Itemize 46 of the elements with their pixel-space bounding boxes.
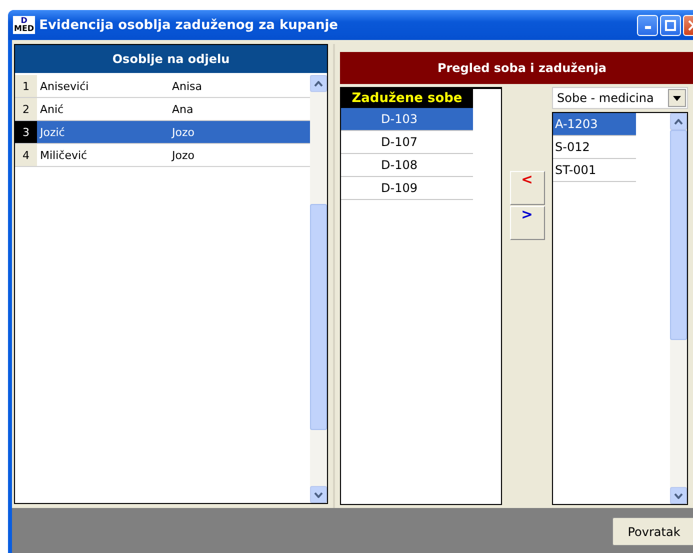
maximize-icon (665, 20, 676, 30)
panel-header: Osoblje na odjelu (15, 45, 327, 75)
staff-row[interactable]: 3 Jozić Jozo (15, 121, 310, 144)
room-row[interactable]: D-103 (341, 108, 473, 131)
staff-row[interactable]: 4 Miličević Jozo (15, 144, 310, 167)
room-row[interactable]: S-012 (553, 136, 636, 159)
scroll-down-button[interactable] (310, 486, 327, 503)
panel-header: Pregled soba i zaduženja (340, 52, 693, 84)
name-cell-text: Jozo (170, 148, 196, 162)
chevron-up-icon (674, 118, 683, 124)
surname-cell-text: Miličević (39, 148, 88, 162)
column-header: Zadužene sobe (341, 89, 473, 108)
row-number: 2 (15, 98, 37, 120)
window-title: Evidencija osoblja zaduženog za kupanje (39, 18, 339, 32)
room-row[interactable]: D-107 (341, 131, 473, 154)
scroll-down-button[interactable] (670, 487, 687, 504)
row-number: 1 (15, 75, 37, 97)
move-right-button[interactable]: > (510, 206, 544, 240)
scroll-thumb[interactable] (670, 130, 687, 340)
scroll-thumb[interactable] (310, 204, 327, 430)
minimize-button[interactable] (637, 14, 658, 36)
move-left-button[interactable]: < (510, 171, 544, 205)
scrollbar[interactable] (670, 113, 687, 504)
name-cell-text: Anisa (171, 80, 204, 92)
maximize-button[interactable] (660, 14, 681, 36)
app-logo: D MED (13, 16, 36, 34)
chevron-up-icon (314, 80, 323, 86)
chevron-down-icon (314, 492, 323, 498)
scroll-up-button[interactable] (310, 75, 327, 92)
scroll-up-button[interactable] (670, 113, 687, 130)
surname-cell-text: Anisevići (39, 80, 90, 92)
back-button[interactable]: Povratak (612, 517, 693, 546)
chevron-down-icon (674, 492, 683, 498)
surname-cell-text: Anić (39, 102, 65, 116)
row-number: 3 (15, 121, 37, 143)
room-row[interactable]: A-1203 (553, 113, 636, 136)
category-dropdown[interactable]: Sobe - medicina (552, 87, 688, 109)
room-row[interactable]: D-109 (341, 177, 473, 200)
surname-cell: Jozić (37, 121, 169, 143)
name-cell-text: Ana (171, 102, 194, 116)
room-row[interactable]: ST-001 (553, 159, 636, 182)
row-number: 4 (15, 144, 37, 166)
scrollbar[interactable] (310, 75, 327, 503)
staff-row[interactable]: 1 Anisevići Anisa (15, 75, 310, 98)
name-cell: Jozo (169, 121, 310, 143)
room-row[interactable]: D-108 (341, 154, 473, 177)
